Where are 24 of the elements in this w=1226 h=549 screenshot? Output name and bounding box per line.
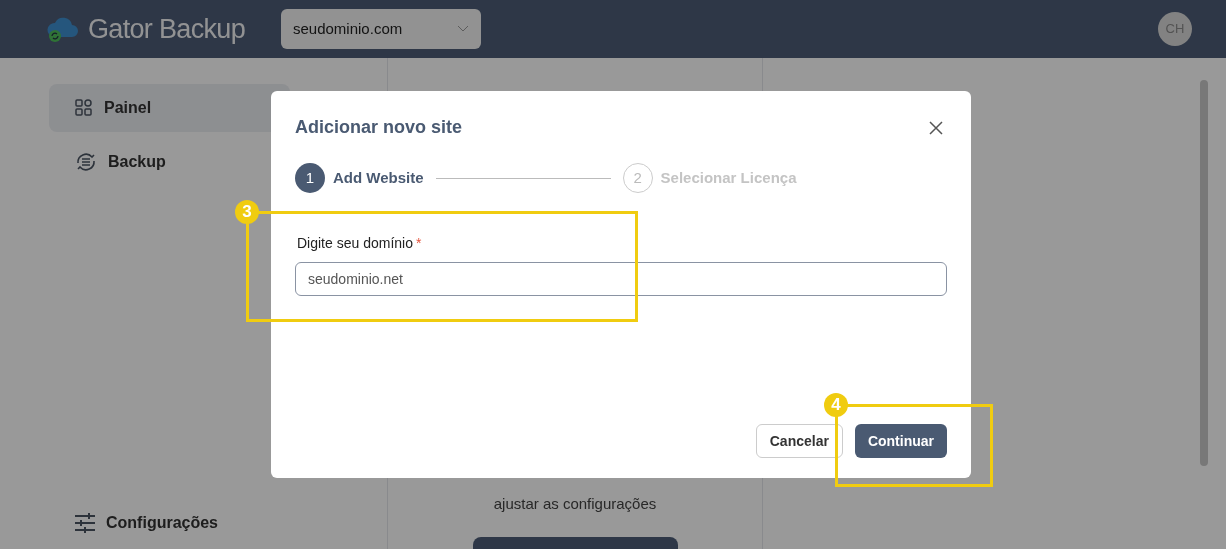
app-name: Gator Backup [88,12,245,46]
grid-icon [74,98,94,118]
sidebar-item[interactable]: Painel [49,84,290,132]
chevron-down-icon [457,25,469,33]
cancel-button[interactable]: Cancelar [755,424,843,458]
scrollbar-thumb[interactable] [1200,80,1208,466]
domain-select[interactable]: seudominio.com [281,9,481,49]
step-label: Add Website [333,167,424,188]
continue-button[interactable]: Continuar [854,424,947,458]
domain-input[interactable]: seudominio.net [295,262,947,296]
setup-button[interactable] [472,537,678,549]
sidebar-item[interactable]: Backup [49,138,290,186]
cloud-logo-icon [46,15,80,43]
field-label: Digite seu domínio [297,234,413,253]
required-mark: * [415,234,422,253]
sliders-icon [74,513,96,533]
sidebar-item[interactable]: Configurações [49,499,290,547]
sync-icon [74,151,98,173]
step-label: Selecionar Licença [660,167,797,188]
close-icon[interactable] [929,120,943,135]
info-text: ajustar as configurações [493,494,657,514]
step-badge: 3 [235,200,259,224]
dialog-title: Adicionar novo site [295,116,463,139]
step-number: 1 [295,163,325,193]
